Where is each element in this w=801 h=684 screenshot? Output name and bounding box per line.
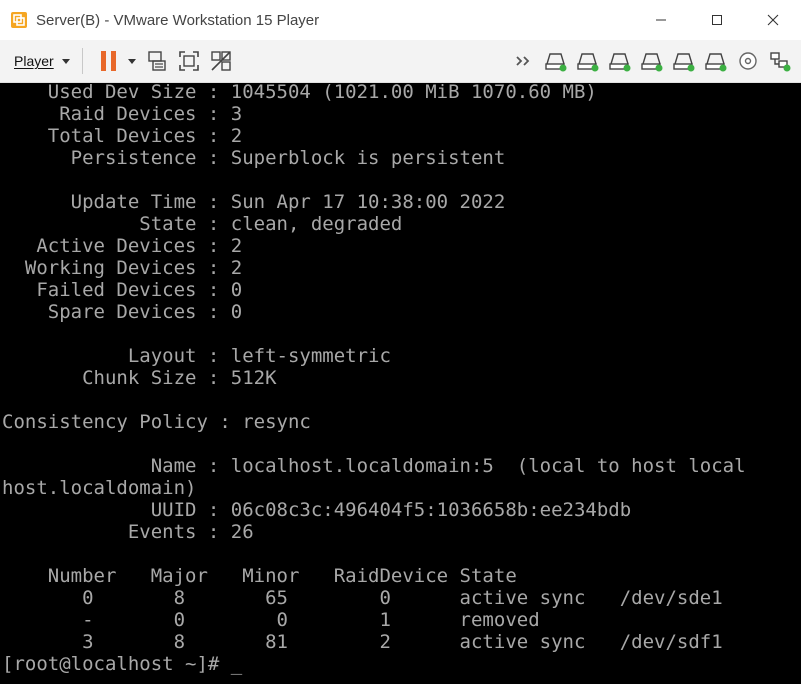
terminal-line: Active Devices : 2 <box>2 235 243 257</box>
terminal-line: host.localdomain) <box>2 477 197 499</box>
power-options-dropdown[interactable] <box>125 47 139 75</box>
terminal-line: Raid Devices : 3 <box>2 103 243 125</box>
terminal-line: Failed Devices : 0 <box>2 279 243 301</box>
maximize-icon <box>712 15 722 25</box>
close-button[interactable] <box>745 0 801 40</box>
hard-disk-device-2[interactable] <box>575 48 601 74</box>
hard-disk-device-5[interactable] <box>671 48 697 74</box>
terminal-line: - 0 0 1 removed <box>2 609 540 631</box>
terminal-line: Working Devices : 2 <box>2 257 243 279</box>
unity-button[interactable] <box>207 47 235 75</box>
device-status-bar <box>505 48 793 74</box>
terminal-line: Chunk Size : 512K <box>2 367 277 389</box>
toolbar-divider <box>81 48 83 74</box>
terminal-line: Layout : left-symmetric <box>2 345 391 367</box>
window-title: Server(B) - VMware Workstation 15 Player <box>36 11 320 29</box>
vmware-logo-icon <box>11 12 27 28</box>
title-bar[interactable]: Server(B) - VMware Workstation 15 Player <box>0 0 801 40</box>
pause-button[interactable] <box>95 47 123 75</box>
terminal-line: Update Time : Sun Apr 17 10:38:00 2022 <box>2 191 506 213</box>
player-menu-button[interactable]: Player <box>14 53 70 69</box>
forward-icon <box>516 56 530 66</box>
terminal-line: Spare Devices : 0 <box>2 301 243 323</box>
terminal-line: Total Devices : 2 <box>2 125 243 147</box>
hard-disk-icon <box>609 53 631 72</box>
cd-dvd-device[interactable] <box>735 48 761 74</box>
send-ctrl-alt-del-icon <box>147 51 166 71</box>
hard-disk-device-4[interactable] <box>639 48 665 74</box>
terminal-line: Number Major Minor RaidDevice State <box>2 565 517 587</box>
terminal-line: Persistence : Superblock is persistent <box>2 147 506 169</box>
player-menu-label: Player <box>14 53 54 69</box>
maximize-button[interactable] <box>689 0 745 40</box>
fit-guest-button[interactable] <box>175 47 203 75</box>
chevron-down-icon <box>61 58 70 64</box>
terminal-line: 3 8 81 2 active sync /dev/sdf1 <box>2 631 723 653</box>
fit-guest-icon <box>178 51 199 71</box>
terminal-line: 0 8 65 0 active sync /dev/sde1 <box>2 587 723 609</box>
cd-dvd-icon <box>739 52 757 70</box>
vmware-player-window: Server(B) - VMware Workstation 15 Player… <box>0 0 801 684</box>
hard-disk-icon <box>705 53 727 72</box>
close-icon <box>767 14 779 26</box>
network-adapter-device[interactable] <box>767 48 793 74</box>
hard-disk-icon <box>577 53 599 72</box>
terminal-lines: Used Dev Size : 1045504 (1021.00 MiB 107… <box>2 81 746 653</box>
hard-disk-device-3[interactable] <box>607 48 633 74</box>
terminal-line: Consistency Policy : resync <box>2 411 311 433</box>
hard-disk-icon <box>545 53 567 72</box>
minimize-icon <box>656 19 666 21</box>
network-adapter-icon <box>770 52 791 72</box>
terminal-line: Used Dev Size : 1045504 (1021.00 MiB 107… <box>2 81 597 103</box>
vm-console[interactable]: Used Dev Size : 1045504 (1021.00 MiB 107… <box>0 81 801 684</box>
pause-icon <box>100 51 116 71</box>
minimize-button[interactable] <box>633 0 689 40</box>
hard-disk-device-1[interactable] <box>543 48 569 74</box>
dropdown-caret-icon <box>127 58 136 64</box>
window-controls <box>633 0 801 40</box>
terminal-line: Name : localhost.localdomain:5 (local to… <box>2 455 746 477</box>
terminal-output: Used Dev Size : 1045504 (1021.00 MiB 107… <box>2 81 746 675</box>
hard-disk-icon <box>641 53 663 72</box>
show-devices-button[interactable] <box>511 48 537 74</box>
terminal-line: Events : 26 <box>2 521 254 543</box>
send-ctrl-alt-del-button[interactable] <box>143 47 171 75</box>
hard-disk-icon <box>673 53 695 72</box>
terminal-line: State : clean, degraded <box>2 213 403 235</box>
hard-disk-device-6[interactable] <box>703 48 729 74</box>
terminal-line: UUID : 06c08c3c:496404f5:1036658b:ee234b… <box>2 499 632 521</box>
shell-prompt: [root@localhost ~]# <box>2 653 231 675</box>
unity-icon <box>210 51 231 71</box>
text-cursor: _ <box>230 653 243 675</box>
